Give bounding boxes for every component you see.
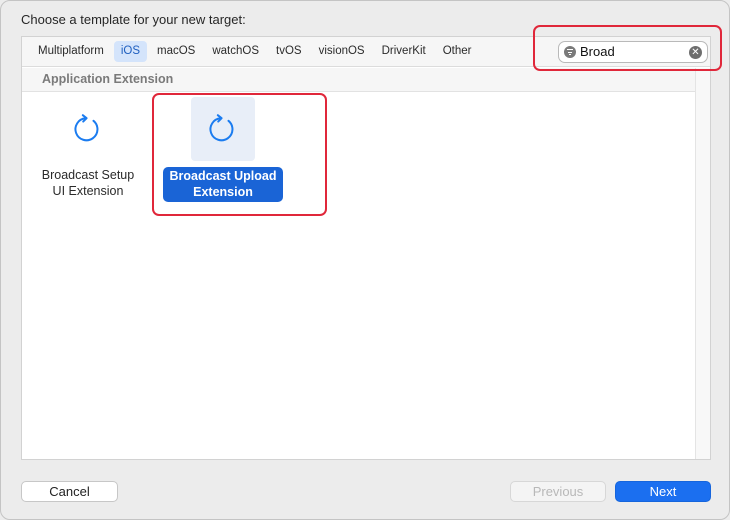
cancel-button[interactable]: Cancel <box>21 481 118 502</box>
template-panel: Multiplatform iOS macOS watchOS tvOS vis… <box>21 36 711 460</box>
template-label: Broadcast Setup UI Extension <box>36 167 140 200</box>
tab-multiplatform[interactable]: Multiplatform <box>31 41 111 62</box>
template-label-line1: Broadcast Setup <box>41 168 135 182</box>
tab-tvos[interactable]: tvOS <box>269 41 309 62</box>
section-header: Application Extension <box>22 68 695 92</box>
template-icon-box <box>56 97 120 161</box>
new-target-dialog: Choose a template for your new target: M… <box>0 0 730 520</box>
tab-macos[interactable]: macOS <box>150 41 202 62</box>
tab-driverkit[interactable]: DriverKit <box>375 41 433 62</box>
template-label-line2: UI Extension <box>52 184 124 198</box>
search-highlight-box <box>533 25 722 71</box>
scrollbar[interactable] <box>695 68 710 459</box>
template-highlight-box <box>152 93 327 216</box>
previous-button[interactable]: Previous <box>510 481 606 502</box>
tab-ios[interactable]: iOS <box>113 41 147 62</box>
next-button[interactable]: Next <box>615 481 711 502</box>
tab-watchos[interactable]: watchOS <box>205 41 266 62</box>
section-title: Application Extension <box>42 72 174 86</box>
tab-other[interactable]: Other <box>436 41 479 62</box>
template-broadcast-setup-ui-extension[interactable]: Broadcast Setup UI Extension <box>23 97 153 200</box>
tab-visionos[interactable]: visionOS <box>312 41 372 62</box>
dialog-heading: Choose a template for your new target: <box>21 12 246 27</box>
refresh-arrow-icon <box>74 114 99 142</box>
